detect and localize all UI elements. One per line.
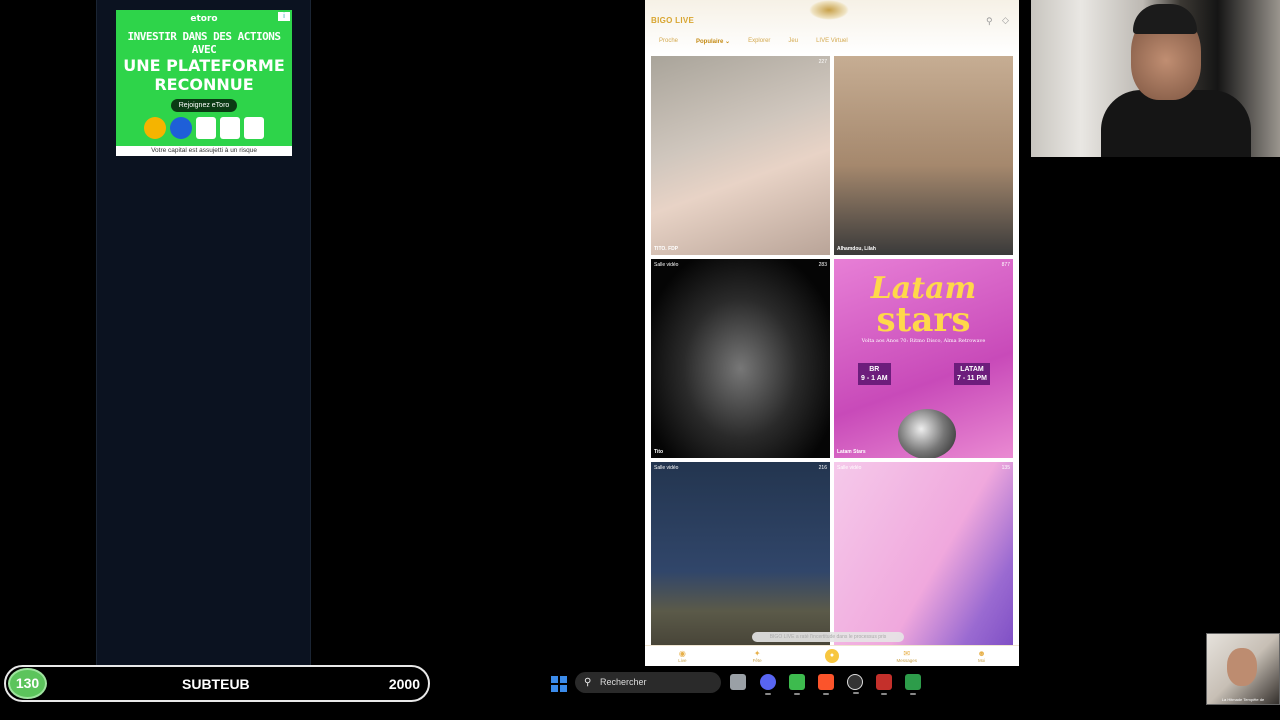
chevron-down-icon: ⌄ [725, 39, 731, 45]
room-tag: Salle vidéo [654, 465, 679, 471]
tab-jeu[interactable]: Jeu [788, 38, 798, 45]
live-tile[interactable]: 877 Latam stars Volta aos Anos 70: Ritmo… [834, 259, 1013, 458]
youtube-app-icon[interactable] [876, 674, 892, 695]
spreadsheet-app-icon[interactable] [789, 674, 805, 695]
award-badge-icon [220, 117, 240, 139]
webcam-cap [1133, 4, 1197, 34]
bigo-live-window: BIGO LIVE ⚲ ◇ Proche Populaire ⌄ Explore… [645, 0, 1019, 666]
tab-explorer[interactable]: Explorer [748, 38, 770, 45]
toast-message: BIGO LIVE a raté l'incertitude dans le p… [752, 632, 904, 642]
sub-goal-target: 2000 [388, 676, 420, 692]
search-icon: ⚲ [584, 677, 592, 688]
ad-headline-small: INVESTIR DANS DES ACTIONS AVEC [127, 30, 281, 56]
nav-moi[interactable]: ☻ Moi [962, 649, 1002, 663]
bigo-app-icon[interactable] [905, 674, 921, 695]
brave-browser-icon[interactable] [818, 674, 834, 695]
search-icon[interactable]: ⚲ [986, 16, 993, 27]
latam-stars-poster: Latam stars Volta aos Anos 70: Ritmo Dis… [834, 271, 1013, 385]
streamer-name: TITO. FDP [654, 246, 679, 252]
br-time: 9 - 1 AM [861, 375, 888, 382]
sub-count-badge: 130 [8, 668, 47, 699]
task-view-icon[interactable] [730, 674, 746, 690]
viewer-count: 135 [1001, 465, 1010, 471]
tab-populaire[interactable]: Populaire ⌄ [696, 38, 730, 45]
ad-cta-button[interactable]: Rejoignez eToro [170, 99, 238, 112]
streamer-name: Latam Stars [837, 449, 866, 455]
go-live-icon: ● [824, 649, 839, 663]
poster-latam-schedule: LATAM 7 - 11 PM [954, 363, 990, 385]
bigo-brand-logo: BIGO LIVE [651, 16, 695, 25]
sub-goal-bar: 130 SUBTEUB 2000 [4, 665, 430, 702]
br-label: BR [869, 366, 880, 373]
live-icon: ◉ [678, 649, 686, 658]
message-icon: ✉ [903, 649, 911, 658]
live-tile[interactable]: Alhamdou, Lilah [834, 56, 1013, 255]
ad-brand-logo: etoro [190, 14, 218, 24]
viewer-count: 283 [818, 262, 827, 268]
nav-messages[interactable]: ✉ Messages [887, 649, 927, 663]
nav-fete-label: Fête [752, 658, 762, 663]
desktop: i etoro INVESTIR DANS DES ACTIONS AVEC U… [0, 0, 1280, 720]
nav-messages-label: Messages [896, 658, 918, 663]
ad-info-icon[interactable]: i [278, 12, 290, 21]
disco-ball-image [898, 409, 956, 458]
live-tile[interactable]: Salle vidéo 283 Tito [651, 259, 830, 458]
sub-goal-label: SUBTEUB [182, 676, 250, 692]
tab-populaire-label: Populaire [696, 39, 724, 45]
search-placeholder: Rechercher [600, 677, 647, 687]
guest-face [1227, 648, 1257, 686]
latam-label: LATAM [960, 366, 984, 373]
viewer-count: 877 [1001, 262, 1010, 268]
poster-title-2: stars [876, 300, 971, 340]
notification-icon[interactable]: ◇ [1002, 15, 1009, 26]
discord-icon[interactable] [760, 674, 776, 695]
party-icon: ✦ [753, 649, 761, 658]
streamer-name: Alhamdou, Lilah [837, 246, 876, 252]
award-badge-icon [196, 117, 216, 139]
viewer-count: 216 [818, 465, 827, 471]
taskbar-search-input[interactable]: ⚲ Rechercher [575, 672, 721, 693]
streamer-name: Tito [654, 449, 664, 455]
obs-icon[interactable] [847, 674, 863, 694]
latam-time: 7 - 11 PM [957, 375, 987, 382]
award-badge-icon [170, 117, 192, 139]
tab-live-virtuel[interactable]: LIVE Virtuel [816, 38, 848, 45]
ad-award-badges [116, 117, 292, 139]
profile-icon: ☻ [977, 649, 986, 658]
etoro-ad-banner[interactable]: i etoro INVESTIR DANS DES ACTIONS AVEC U… [116, 10, 292, 156]
live-tile[interactable]: 227 TITO. FDP [651, 56, 830, 255]
nav-live[interactable]: ◉ Live [662, 649, 702, 663]
poster-subtitle: Volta aos Anos 70: Ritmo Disco, Alma Ret… [861, 338, 986, 344]
bigo-tabs: Proche Populaire ⌄ Explorer Jeu LIVE Vir… [659, 38, 848, 45]
windows-taskbar: ⚲ Rechercher [430, 667, 1206, 700]
crown-decoration-icon [809, 0, 849, 20]
nav-fete[interactable]: ✦ Fête [737, 649, 777, 663]
award-badge-icon [244, 117, 264, 139]
ad-headline-big-2: RECONNUE [154, 75, 254, 94]
guest-webcam: La Hitmade Tempête de [1206, 633, 1280, 705]
ad-disclaimer: Votre capital est assujetti à un risque [116, 146, 292, 156]
viewer-count: 227 [818, 59, 827, 65]
room-tag: Salle vidéo [654, 262, 679, 268]
ad-headline-big-1: UNE PLATEFORME [123, 56, 285, 75]
windows-start-icon[interactable] [551, 676, 567, 692]
tab-proche[interactable]: Proche [659, 38, 678, 45]
bigo-bottom-nav: ◉ Live ✦ Fête ● ✉ Messages ☻ Moi [645, 645, 1019, 666]
room-tag: Salle vidéo [837, 465, 862, 471]
nav-go-live[interactable]: ● [812, 649, 852, 663]
nav-moi-label: Moi [977, 658, 986, 663]
webcam-body [1101, 90, 1251, 157]
streamer-webcam [1031, 0, 1280, 157]
award-badge-icon [144, 117, 166, 139]
poster-br-schedule: BR 9 - 1 AM [858, 363, 891, 385]
nav-live-label: Live [678, 658, 687, 663]
guest-caption: La Hitmade Tempête de [1221, 697, 1265, 702]
